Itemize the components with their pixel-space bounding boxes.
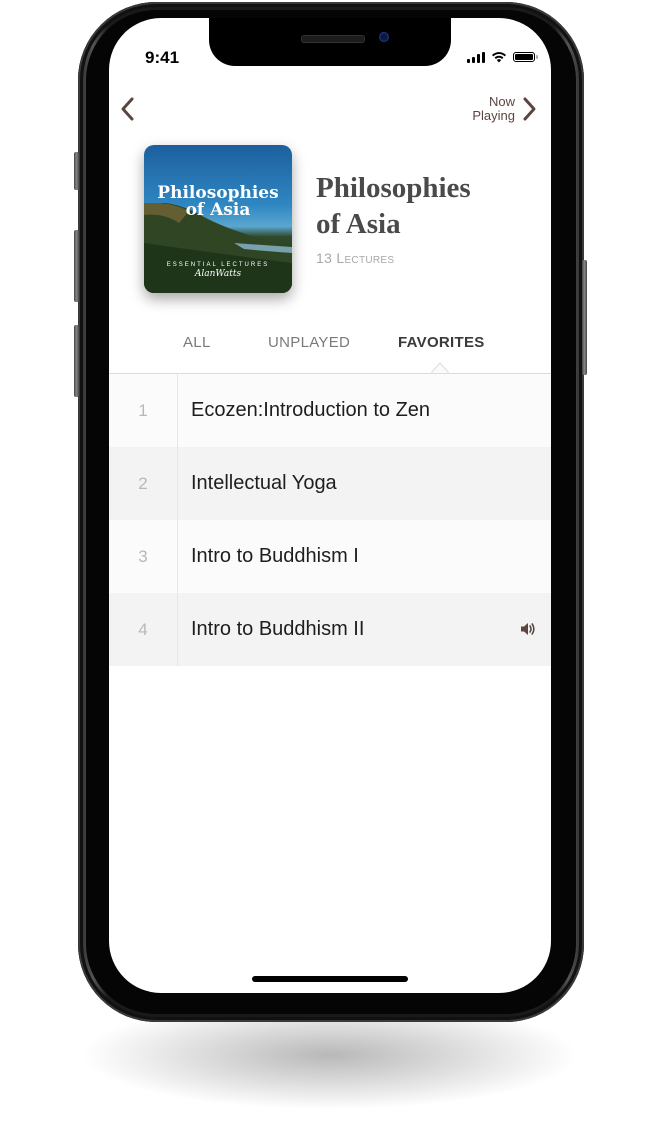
lecture-number: 2 (109, 447, 178, 520)
lecture-title: Intro to Buddhism II (191, 618, 365, 640)
lecture-row[interactable]: 1 Ecozen:Introduction to Zen (109, 374, 551, 447)
tab-all[interactable]: ALL (183, 334, 211, 351)
signal-icon (467, 51, 485, 63)
active-tab-indicator (431, 362, 449, 373)
artwork-subtitle: ESSENTIAL LECTURES (166, 262, 270, 268)
status-icons (467, 51, 538, 63)
filter-tabs: ALL UNPLAYED FAVORITES (109, 334, 551, 358)
battery-icon (513, 52, 538, 62)
status-time: 9:41 (145, 48, 180, 67)
lecture-number: 3 (109, 520, 178, 593)
lecture-number: 1 (109, 374, 178, 447)
tab-favorites[interactable]: FAVORITES (398, 334, 485, 351)
lecture-title: Intellectual Yoga (191, 472, 337, 494)
silent-switch (74, 152, 79, 190)
lecture-count: 13 Lectures (316, 250, 395, 266)
lecture-row[interactable]: 2 Intellectual Yoga (109, 447, 551, 520)
tab-unplayed[interactable]: UNPLAYED (268, 334, 350, 351)
artwork-signature: AlanWatts (194, 269, 242, 279)
speaker-icon (521, 623, 535, 635)
app-screen: 9:41 Now Playing Philosophies of Asia ES… (109, 18, 551, 993)
lecture-row-playing[interactable]: 4 Intro to Buddhism II (109, 593, 551, 666)
album-artwork[interactable]: Philosophies of Asia ESSENTIAL LECTURES … (144, 145, 292, 293)
lecture-number: 4 (109, 593, 178, 666)
power-button (582, 260, 587, 375)
chevron-right-icon (523, 97, 536, 121)
back-button[interactable] (115, 94, 145, 124)
notch (209, 18, 451, 66)
front-camera (379, 32, 389, 42)
home-indicator[interactable] (252, 976, 408, 982)
volume-down-button (74, 325, 79, 397)
lecture-title: Intro to Buddhism I (191, 545, 359, 567)
album-title: Philosophies of Asia (316, 172, 471, 240)
earpiece-speaker (301, 35, 365, 43)
volume-up-button (74, 230, 79, 302)
chevron-left-icon (121, 97, 134, 121)
now-playing-label: Now Playing (472, 94, 515, 123)
artwork-title: Philosophies of Asia (157, 183, 279, 220)
now-playing-button[interactable]: Now Playing (472, 94, 539, 124)
lecture-title: Ecozen:Introduction to Zen (191, 399, 431, 421)
wifi-icon (492, 52, 506, 63)
lecture-list: 1 Ecozen:Introduction to Zen 2 Intellect… (109, 374, 551, 666)
lecture-row[interactable]: 3 Intro to Buddhism I (109, 520, 551, 593)
